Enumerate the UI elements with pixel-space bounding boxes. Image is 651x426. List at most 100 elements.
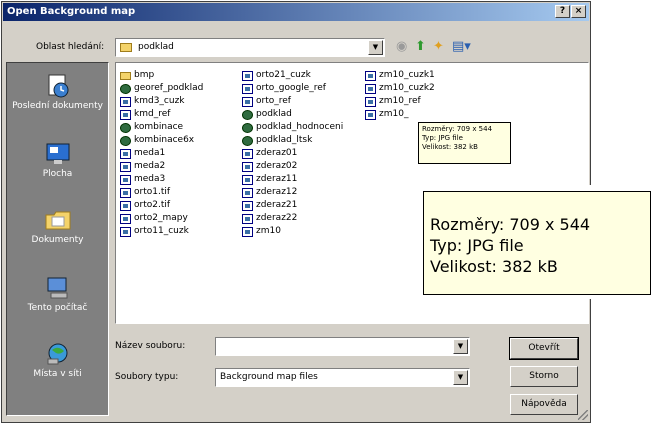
file-item[interactable]: meda2 (120, 160, 203, 173)
folder-icon (120, 43, 132, 52)
resize-grip-icon[interactable] (578, 410, 588, 420)
file-name: orto11_cuzk (134, 226, 189, 236)
file-name: zm10_ref (379, 96, 421, 106)
image-file-icon (242, 71, 253, 81)
recent-documents-icon (48, 74, 68, 98)
file-item[interactable]: orto11_cuzk (120, 225, 203, 238)
file-item[interactable]: orto_google_ref (242, 82, 343, 95)
cancel-button[interactable]: Storno (510, 366, 578, 387)
filename-label: Název souboru: (115, 341, 186, 351)
file-item[interactable]: zderaz02 (242, 160, 343, 173)
window-title: Open Background map (7, 6, 136, 17)
open-button[interactable]: Otevřít (509, 337, 579, 360)
file-item[interactable]: podklad_ltsk (242, 134, 343, 147)
place-label: Dokumenty (31, 235, 84, 245)
file-name: orto1.tif (134, 187, 171, 197)
lookin-label: Oblast hledání: (36, 42, 105, 52)
file-info-tooltip: Rozměry: 709 x 544 Typ: JPG file Velikos… (418, 122, 511, 164)
image-file-icon (242, 175, 253, 185)
chevron-down-icon[interactable]: ▼ (453, 339, 468, 354)
file-item[interactable]: zm10_ref (365, 95, 435, 108)
file-item[interactable]: zderaz21 (242, 199, 343, 212)
image-file-icon (120, 162, 131, 172)
file-name: zderaz12 (256, 187, 298, 197)
map-file-icon (242, 136, 253, 146)
file-item[interactable]: orto1.tif (120, 186, 203, 199)
place-desktop[interactable]: Plocha (7, 141, 108, 179)
file-item[interactable]: podklad_hodnoceni (242, 121, 343, 134)
image-file-icon (365, 110, 376, 120)
image-file-icon (120, 188, 131, 198)
map-file-icon (242, 110, 253, 120)
back-icon[interactable]: ◉ (396, 40, 407, 54)
file-name: bmp (134, 70, 155, 80)
lookin-combo[interactable]: podklad ▼ (115, 38, 385, 57)
file-item[interactable]: zm10_ (365, 108, 435, 121)
image-file-icon (242, 162, 253, 172)
place-recent[interactable]: Poslední dokumenty (7, 73, 108, 111)
image-file-icon (365, 97, 376, 107)
tooltip-size: Velikost: 382 kB (422, 143, 478, 151)
view-menu-icon[interactable]: ▤▾ (452, 40, 471, 54)
documents-folder-icon (45, 211, 70, 230)
file-name: kombinace (134, 122, 184, 132)
file-item[interactable]: zderaz01 (242, 147, 343, 160)
file-name: orto_ref (256, 96, 291, 106)
file-item[interactable]: zm10_cuzk2 (365, 82, 435, 95)
file-name: podklad_hodnoceni (256, 122, 344, 132)
lookin-value: podklad (138, 42, 174, 52)
map-file-icon (120, 136, 131, 146)
file-name: zderaz11 (256, 174, 298, 184)
file-name: zderaz02 (256, 161, 298, 171)
image-file-icon (120, 201, 131, 211)
tooltip-type: Typ: JPG file (422, 134, 463, 142)
help-title-button[interactable]: ? (555, 5, 570, 18)
chevron-down-icon[interactable]: ▼ (368, 40, 383, 55)
file-item[interactable]: orto21_cuzk (242, 69, 343, 82)
help-button[interactable]: Nápověda (510, 394, 578, 415)
up-folder-icon[interactable]: ⬆ (415, 40, 426, 54)
file-item[interactable]: kmd3_cuzk (120, 95, 203, 108)
file-name: zm10_cuzk1 (379, 70, 435, 80)
place-network[interactable]: Místa v síti (7, 341, 108, 379)
file-item[interactable]: zm10 (242, 225, 343, 238)
file-item[interactable]: zm10_cuzk1 (365, 69, 435, 82)
close-button[interactable]: × (571, 5, 586, 18)
image-file-icon (120, 149, 131, 159)
file-name: zderaz22 (256, 213, 298, 223)
place-documents[interactable]: Dokumenty (7, 207, 108, 245)
zoomed-tooltip: Rozměry: 709 x 544 Typ: JPG file Velikos… (423, 191, 651, 295)
filetype-label: Soubory typu: (115, 372, 179, 382)
file-name: orto2.tif (134, 200, 171, 210)
file-item[interactable]: podklad (242, 108, 343, 121)
file-item[interactable]: zderaz12 (242, 186, 343, 199)
file-item[interactable]: orto2.tif (120, 199, 203, 212)
file-item[interactable]: kombinace6x (120, 134, 203, 147)
image-file-icon (242, 97, 253, 107)
file-name: meda2 (134, 161, 166, 171)
file-item[interactable]: meda3 (120, 173, 203, 186)
image-file-icon (242, 149, 253, 159)
file-name: meda3 (134, 174, 166, 184)
file-item[interactable]: orto2_mapy (120, 212, 203, 225)
filetype-select[interactable]: Background map files ▼ (215, 368, 470, 387)
file-item[interactable]: zderaz22 (242, 212, 343, 225)
file-item[interactable]: meda1 (120, 147, 203, 160)
file-item[interactable]: orto_ref (242, 95, 343, 108)
computer-icon (47, 277, 67, 299)
new-folder-icon[interactable]: ✦ (433, 40, 444, 54)
file-name: meda1 (134, 148, 166, 158)
image-file-icon (120, 227, 131, 237)
chevron-down-icon[interactable]: ▼ (453, 370, 468, 385)
place-label: Plocha (42, 169, 73, 179)
file-item[interactable]: zderaz11 (242, 173, 343, 186)
file-name: podklad_ltsk (256, 135, 313, 145)
file-item[interactable]: kombinace (120, 121, 203, 134)
filename-input[interactable]: ▼ (215, 337, 470, 356)
file-item[interactable]: kmd_ref (120, 108, 203, 121)
file-item[interactable]: bmp (120, 69, 203, 82)
file-name: kmd_ref (134, 109, 171, 119)
place-computer[interactable]: Tento počítač (7, 275, 108, 313)
place-label: Místa v síti (33, 369, 82, 379)
file-item[interactable]: georef_podklad (120, 82, 203, 95)
